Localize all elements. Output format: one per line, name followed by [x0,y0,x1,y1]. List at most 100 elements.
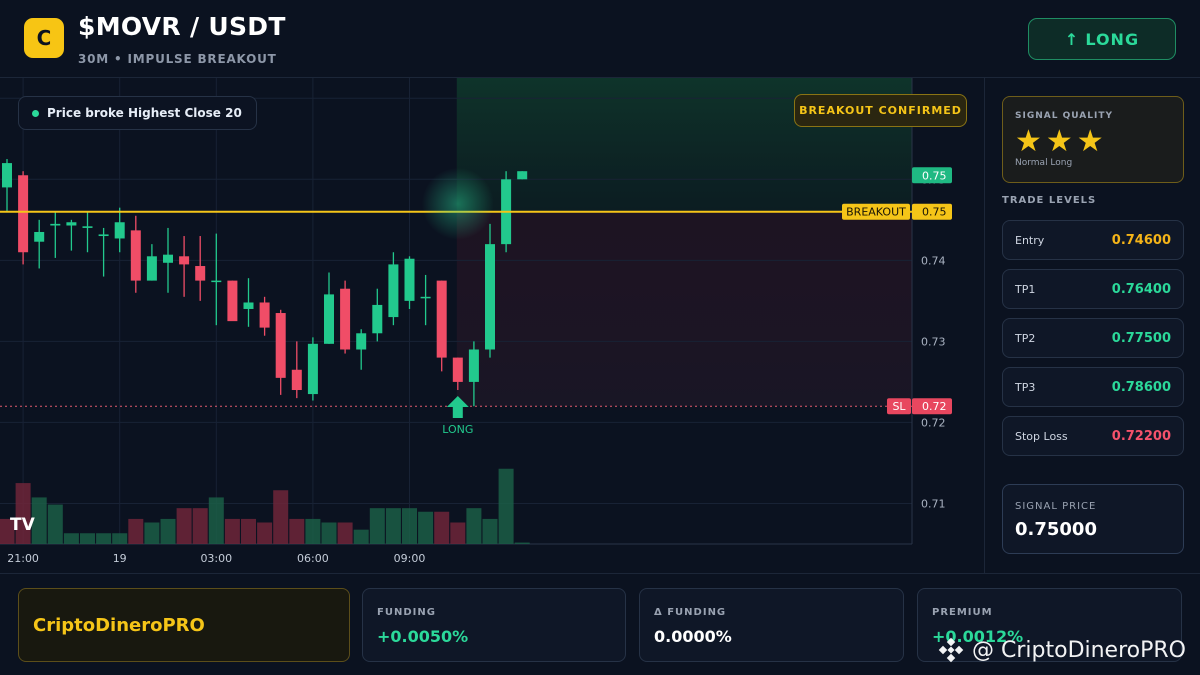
level-value: 0.76400 [1111,281,1171,297]
volume-bar [514,542,530,544]
candle-body [275,313,286,378]
level-label: TP2 [1015,331,1036,345]
volume-bar [273,490,289,544]
candle-body [82,226,93,228]
level-value: 0.78600 [1111,379,1171,395]
level-label: Entry [1015,233,1045,247]
watermark: @ CriptoDineroPRO [938,634,1186,666]
candle-body [517,171,528,180]
candle-body [66,222,77,226]
condition-pill: Price broke Highest Close 20 [18,96,257,130]
chart-svg[interactable]: 0.760.750.740.730.720.7121:001903:0006:0… [0,78,985,573]
volume-bar [321,522,337,544]
candle-body [372,304,383,334]
candle-body [259,302,270,328]
volume-bar [63,533,79,544]
level-label: TP3 [1015,380,1036,394]
volume-bar [434,511,450,544]
x-tick-label: 19 [113,552,127,565]
sl-price-label: 0.72 [922,400,947,413]
signal-price-card: SIGNAL PRICE 0.75000 [1002,484,1184,554]
delta-funding-card: Δ FUNDING 0.0000% [639,588,904,662]
level-label: TP1 [1015,282,1036,296]
level-tp2: TP2 0.77500 [1002,318,1184,358]
candle-body [195,266,206,281]
y-tick-label: 0.72 [921,416,946,429]
sl-tag-label: SL [892,400,906,413]
binance-icon [938,637,964,663]
candle-body [130,230,141,281]
candle-body [18,175,29,253]
volume-bar [144,522,160,544]
signal-quality-card: SIGNAL QUALITY ★★★ Normal Long [1002,96,1184,183]
x-tick-label: 03:00 [200,552,232,565]
level-label: Stop Loss [1015,429,1068,443]
volume-bar [176,508,192,544]
candle-body [146,256,157,281]
candle-body [436,280,447,358]
candle-body [34,231,45,242]
y-tick-label: 0.73 [921,335,946,348]
level-value: 0.72200 [1111,428,1171,444]
candle-body [50,223,61,226]
level-entry: Entry 0.74600 [1002,220,1184,260]
volume-bar [305,518,321,544]
volume-bar [466,508,482,544]
signal-quality-title: SIGNAL QUALITY [1015,111,1113,121]
candle-body [485,244,495,350]
x-tick-label: 09:00 [394,552,426,565]
volume-bar [257,522,273,544]
long-button[interactable]: ↑ LONG [1028,18,1176,60]
last-price-label: 0.75 [922,169,947,182]
level-stop-loss: Stop Loss 0.72200 [1002,416,1184,456]
breakout-tag-label: BREAKOUT [846,206,906,219]
level-tp3: TP3 0.78600 [1002,367,1184,407]
delta-funding-title: Δ FUNDING [654,607,727,618]
candle-body [2,163,12,188]
trade-levels-title: TRADE LEVELS [1002,195,1097,206]
right-panel: SIGNAL QUALITY ★★★ Normal Long TRADE LEV… [986,78,1200,573]
y-tick-label: 0.71 [921,497,946,510]
candle-body [324,294,334,344]
candle-body [340,288,351,350]
volume-bar [241,518,256,544]
pair-title: $MOVR / USDT [78,12,286,41]
volume-bar [418,511,434,544]
signal-card: C $MOVR / USDT 30M • IMPULSE BREAKOUT ↑ … [0,0,1200,675]
breakout-price-label: 0.75 [922,206,947,219]
volume-bar [402,508,417,544]
level-value: 0.74600 [1111,232,1171,248]
breakout-confirmed-badge: BREAKOUT CONFIRMED [794,94,967,127]
footer-brand: CriptoDineroPRO [18,588,350,662]
candle-body [452,357,463,382]
level-value: 0.77500 [1111,330,1171,346]
volume-bar [289,518,305,544]
volume-bar [498,468,514,544]
timeframe-strategy: 30M • IMPULSE BREAKOUT [78,52,277,66]
volume-bar [47,504,63,544]
candle-body [114,222,125,239]
signal-price-value: 0.75000 [1015,519,1097,540]
funding-value: +0.0050% [377,627,469,646]
volume-bar [369,508,385,544]
volume-bar [353,529,369,544]
signal-glow [421,167,494,240]
signal-quality-note: Normal Long [1015,158,1073,168]
x-tick-label: 06:00 [297,552,329,565]
brand-logo: C [24,18,64,58]
condition-text: Price broke Highest Close 20 [47,106,242,120]
price-chart[interactable]: 0.760.750.740.730.720.7121:001903:0006:0… [0,78,985,573]
candle-body [356,333,367,350]
candle-body [227,280,238,322]
volume-bar [208,497,224,544]
candle-body [468,349,479,382]
candle-body [307,343,318,395]
volume-bar [128,518,144,544]
arrow-up-icon: ↑ [1064,29,1080,49]
star-rating-icon: ★★★ [1015,124,1108,159]
funding-card: FUNDING +0.0050% [362,588,626,662]
header: C $MOVR / USDT 30M • IMPULSE BREAKOUT ↑ … [0,0,1200,78]
premium-title: PREMIUM [932,607,993,618]
candle-body [163,254,173,263]
volume-bar [482,518,498,544]
